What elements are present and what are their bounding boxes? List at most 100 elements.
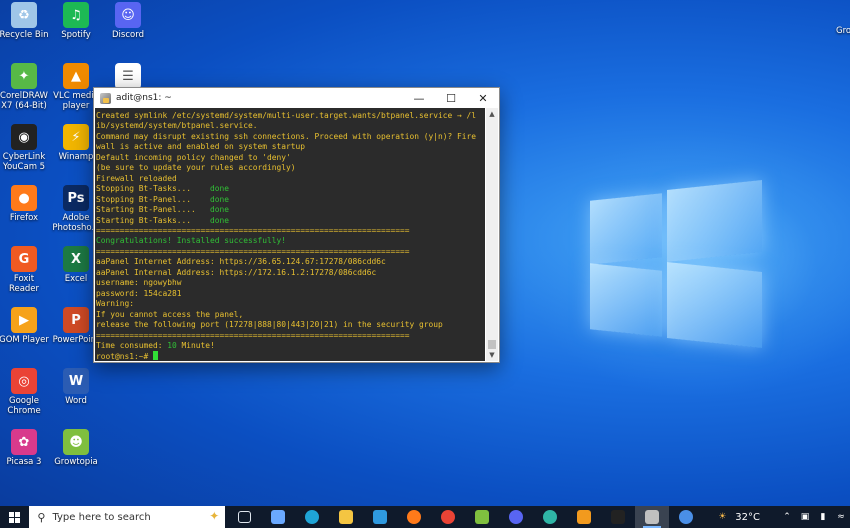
taskbar-button-terminal[interactable] — [601, 506, 635, 528]
winamp-icon: ⚡ — [63, 124, 89, 150]
task-view-icon — [237, 511, 251, 523]
search-placeholder: Type here to search — [52, 511, 151, 523]
desktop-icon-chrome[interactable]: ◎ Google Chrome — [0, 368, 50, 416]
taskbar-button-microsoft-store[interactable] — [363, 506, 397, 528]
taskbar-button-file-explorer[interactable] — [329, 506, 363, 528]
scroll-down-arrow-icon[interactable]: ▼ — [486, 349, 498, 361]
putty-icon — [100, 92, 111, 104]
photoshop-icon: Ps — [63, 185, 89, 211]
desktop-icon-label: Recycle Bin — [0, 30, 49, 40]
desktop-icon-label: Word — [65, 396, 87, 406]
desktop-icon-label: Picasa 3 — [6, 457, 42, 467]
search-icon: ⚲ — [37, 510, 46, 524]
microsoft-store-icon — [373, 510, 388, 524]
taskbar: ⚲ Type here to search ✦ ☀ 32°C ⌃ ▣ ▮ ≈ — [0, 506, 850, 528]
terminal-icon — [611, 510, 626, 524]
desktop-icon-label: Foxit Reader — [8, 274, 40, 294]
taskbar-button-growtopia[interactable] — [465, 506, 499, 528]
picasa-icon: ✿ — [11, 429, 37, 455]
chrome-icon — [441, 510, 456, 524]
terminal-window[interactable]: adit@ns1: ~ — ☐ ✕ Created symlink /etc/s… — [93, 87, 500, 363]
desktop-icon-label: CyberLink YouCam 5 — [2, 152, 46, 172]
vertical-scrollbar[interactable]: ▲ ▼ — [486, 108, 498, 361]
growtopia-icon — [475, 510, 490, 524]
minimize-button[interactable]: — — [403, 88, 435, 108]
battery-icon[interactable]: ▮ — [817, 511, 829, 523]
spotify-icon: ♫ — [63, 2, 89, 28]
window-title: adit@ns1: ~ — [116, 93, 172, 103]
desktop-icon-foxit[interactable]: G Foxit Reader — [0, 246, 50, 294]
excel-icon: X — [63, 246, 89, 272]
taskbar-button-firefox[interactable] — [397, 506, 431, 528]
terminal-text: Created symlink /etc/systemd/system/mult… — [96, 111, 477, 361]
growtopia-icon: ☻ — [63, 429, 89, 455]
camera-icon[interactable]: ▣ — [799, 511, 811, 523]
desktop-icon-recycle-bin[interactable]: ♻ Recycle Bin — [0, 2, 50, 40]
taskbar-button-vpn[interactable] — [669, 506, 703, 528]
desktop-icon-picasa[interactable]: ✿ Picasa 3 — [0, 429, 50, 467]
terminal-cursor — [153, 351, 159, 361]
edge-dev-icon — [543, 510, 558, 524]
remote-desktop-icon — [577, 510, 592, 524]
firefox-icon: ● — [11, 185, 37, 211]
desktop-icon-label: CorelDRAW X7 (64-Bit) — [0, 91, 48, 111]
vlc-icon: ▲ — [63, 63, 89, 89]
desktop-icon-firefox[interactable]: ● Firefox — [0, 185, 50, 223]
foxit-icon: G — [11, 246, 37, 272]
weather-temperature[interactable]: 32°C — [735, 512, 760, 523]
firefox-icon — [407, 510, 422, 524]
scrollbar-thumb[interactable] — [488, 340, 496, 349]
putty-icon — [645, 510, 660, 524]
coreldraw-icon: ✦ — [11, 63, 37, 89]
windows-logo-wallpaper — [585, 175, 770, 355]
system-tray: ☀ 32°C ⌃ ▣ ▮ ≈ — [713, 511, 850, 523]
taskbar-button-task-view[interactable] — [227, 506, 261, 528]
search-highlight-icon: ✦ — [209, 509, 220, 523]
taskbar-search-box[interactable]: ⚲ Type here to search ✦ — [29, 506, 226, 528]
taskbar-button-edge[interactable] — [295, 506, 329, 528]
desktop-icon-label: Firefox — [9, 213, 39, 223]
terminal-output[interactable]: Created symlink /etc/systemd/system/mult… — [95, 108, 485, 361]
desktop-icon-label: Spotify — [61, 30, 91, 40]
taskbar-app-list — [227, 506, 703, 528]
weather-icon[interactable]: ☀ — [716, 511, 728, 523]
file-explorer-icon — [339, 510, 354, 524]
desktop-icon-label: Discord — [112, 30, 144, 40]
desktop-icon-youcam[interactable]: ◉ CyberLink YouCam 5 — [0, 124, 50, 172]
vpn-icon — [679, 510, 694, 524]
window-titlebar[interactable]: adit@ns1: ~ — ☐ ✕ — [94, 88, 499, 108]
desktop-icon-coreldraw[interactable]: ✦ CorelDRAW X7 (64-Bit) — [0, 63, 50, 111]
discord-icon: ☺ — [115, 2, 141, 28]
wifi-icon[interactable]: ≈ — [835, 511, 847, 523]
chrome-icon: ◎ — [11, 368, 37, 394]
gom-player-icon: ▶ — [11, 307, 37, 333]
discord-icon — [509, 510, 524, 524]
desktop-icon-label: Growtopia — [54, 457, 98, 467]
desktop-icon-label: GOM Player — [0, 335, 49, 345]
taskbar-button-copilot[interactable] — [261, 506, 295, 528]
powerpoint-icon: P — [63, 307, 89, 333]
taskbar-button-chrome[interactable] — [431, 506, 465, 528]
maximize-button[interactable]: ☐ — [435, 88, 467, 108]
scroll-up-arrow-icon[interactable]: ▲ — [486, 108, 498, 120]
taskbar-button-discord[interactable] — [499, 506, 533, 528]
close-button[interactable]: ✕ — [467, 88, 499, 108]
desktop-icon-growtopia[interactable]: ☻ Growtopia — [50, 429, 102, 467]
text-file-icon: ☰ — [115, 63, 141, 89]
word-icon: W — [63, 368, 89, 394]
edge-icon — [305, 510, 320, 524]
desktop-icon-label: Google Chrome — [7, 396, 41, 416]
taskbar-button-edge-dev[interactable] — [533, 506, 567, 528]
recycle-bin-icon: ♻ — [11, 2, 37, 28]
start-button[interactable] — [0, 506, 29, 528]
desktop-icon-discord[interactable]: ☺ Discord — [102, 2, 154, 40]
chevron-up-icon[interactable]: ⌃ — [781, 511, 793, 523]
copilot-icon — [271, 510, 286, 524]
taskbar-button-putty[interactable] — [635, 506, 670, 528]
desktop-icon-spotify[interactable]: ♫ Spotify — [50, 2, 102, 40]
desktop-icon-word[interactable]: W Word — [50, 368, 102, 406]
desktop-icon-gom-player[interactable]: ▶ GOM Player — [0, 307, 50, 345]
youcam-icon: ◉ — [11, 124, 37, 150]
taskbar-button-remote-desktop[interactable] — [567, 506, 601, 528]
desktop-icon-label-partial[interactable]: Gro — [836, 26, 850, 36]
